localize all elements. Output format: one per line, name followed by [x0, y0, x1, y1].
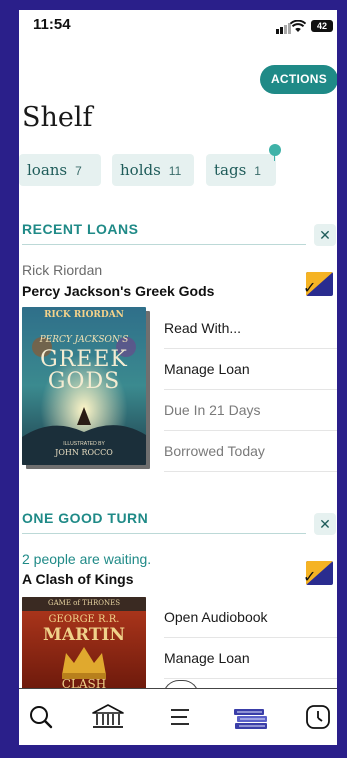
cover-illustrator-label: ILLUSTRATED BY	[63, 441, 105, 447]
search-icon[interactable]	[25, 701, 57, 733]
chip-count: 1	[254, 164, 261, 178]
chip-holds[interactable]: holds 11	[112, 154, 194, 186]
chip-label: holds	[120, 161, 161, 179]
books-stack-icon[interactable]	[231, 701, 271, 733]
loan-status-badge: ✓	[303, 561, 333, 586]
status-bar: 11:54 42	[19, 10, 337, 40]
borrowed-date-label: Borrowed Today	[164, 431, 337, 472]
cover-illustrator-name: JOHN ROCCO	[55, 448, 113, 457]
book-author: Rick Riordan	[22, 262, 103, 278]
manage-loan-button[interactable]: Manage Loan	[164, 349, 337, 390]
chip-count: 7	[75, 164, 82, 178]
cover-title-line2: GODS	[47, 369, 121, 394]
chip-loans[interactable]: loans 7	[19, 154, 101, 186]
bottom-nav	[19, 688, 337, 745]
cover-series-text: PERCY JACKSON'S	[39, 335, 129, 345]
chip-label: loans	[27, 161, 68, 179]
wifi-icon	[290, 20, 306, 32]
page-title: Shelf	[22, 102, 93, 133]
battery-icon: 42	[311, 20, 333, 32]
cover-author-last: MARTIN	[43, 625, 125, 645]
chip-tags[interactable]: tags 1	[206, 154, 276, 186]
manage-loan-button[interactable]: Manage Loan	[164, 638, 337, 679]
section-header-recent-loans: RECENT LOANS	[22, 221, 139, 237]
actions-button[interactable]: ACTIONS	[260, 65, 337, 94]
book-title[interactable]: A Clash of Kings	[22, 571, 134, 587]
section-header-one-good-turn: ONE GOOD TURN	[22, 510, 149, 526]
read-with-button[interactable]: Read With...	[164, 308, 337, 349]
library-icon[interactable]	[89, 701, 127, 733]
section-divider	[22, 244, 306, 245]
chip-label: tags	[214, 161, 247, 179]
cover-series-text: GAME of THRONES	[48, 599, 120, 607]
tag-pin-icon	[269, 144, 281, 156]
status-time: 11:54	[33, 16, 71, 33]
book-title[interactable]: Percy Jackson's Greek Gods	[22, 283, 214, 299]
waiting-count-text: 2 people are waiting.	[22, 551, 152, 567]
cover-author-text: RICK RIORDAN	[44, 310, 124, 320]
book-cover-greek-gods[interactable]: RICK RIORDAN PERCY JACKSON'S GREEK GODS …	[22, 307, 146, 465]
section-divider	[22, 533, 306, 534]
close-icon[interactable]: ✕	[314, 513, 336, 535]
open-audiobook-button[interactable]: Open Audiobook	[164, 597, 337, 638]
check-icon: ✓	[303, 280, 317, 297]
loan-status-badge: ✓	[303, 272, 333, 297]
clock-icon[interactable]	[302, 701, 334, 733]
app-screen: 11:54 42 ACTIONS Shelf loans 7 holds 11 ta…	[19, 10, 337, 745]
due-date-label: Due In 21 Days	[164, 390, 337, 431]
menu-icon[interactable]	[164, 701, 196, 733]
book-cover-clash-of-kings[interactable]: GAME of THRONES GEORGE R.R. MARTIN CLASH	[22, 597, 146, 689]
cover-author-first: GEORGE R.R.	[48, 614, 120, 625]
check-icon: ✓	[303, 569, 317, 586]
close-icon[interactable]: ✕	[314, 224, 336, 246]
chip-count: 11	[168, 164, 182, 178]
